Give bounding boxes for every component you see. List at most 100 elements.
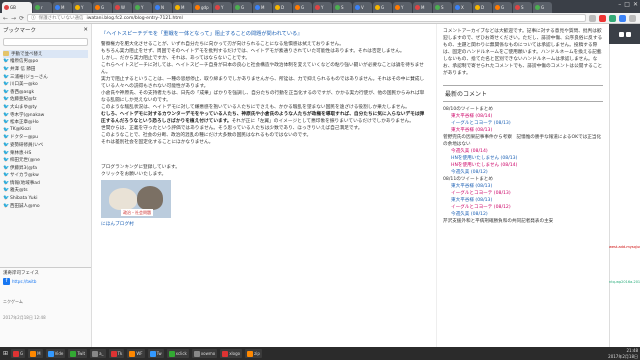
blog-link[interactable]: にほんブログ村 xyxy=(101,221,428,228)
bookmark-item[interactable]: 🐦 柿田元世(@ne xyxy=(3,156,88,164)
comment-link[interactable]: イーグルとコヨーテ (08/13) xyxy=(443,120,603,127)
browser-tab[interactable]: G xyxy=(373,2,392,13)
star-icon[interactable] xyxy=(589,14,596,22)
browser-tab[interactable]: G xyxy=(233,2,252,13)
taskbar-app[interactable]: xowmo xyxy=(191,349,218,358)
browser-tab[interactable]: Y xyxy=(73,2,92,13)
comment-entry-title[interactable]: 菅野完氏の因果記事事件から考察 記憶惟の勝手な報道によるOKでは正当化の余地はな… xyxy=(443,134,603,148)
menu-icon[interactable] xyxy=(629,14,636,22)
bookmark-item[interactable]: 🐦 姿勢研修員(いべ xyxy=(3,141,88,149)
bookmark-item[interactable]: 🐦 井澤 信 節田 xyxy=(3,65,88,73)
bookmark-item[interactable]: 🐦 ドクター@pu xyxy=(3,134,88,142)
bookmark-item[interactable]: 🐦 大山まゆ@ty xyxy=(3,103,88,111)
browser-tab[interactable]: gdp xyxy=(193,2,212,13)
browser-tab[interactable]: S xyxy=(433,2,452,13)
bookmark-item[interactable]: 🐦 檜原信男@po xyxy=(3,58,88,66)
comment-link[interactable]: 東大平谷様 (08/13) xyxy=(443,197,603,204)
extension-blue-icon[interactable] xyxy=(619,14,626,22)
browser-tab[interactable]: N xyxy=(153,2,172,13)
bookmark-item[interactable]: 🐦 雅夫@ts xyxy=(3,187,88,195)
browser-tab[interactable]: M xyxy=(253,2,272,13)
bookmark-item[interactable]: 🐦 香西@asgk xyxy=(3,88,88,96)
browser-tab[interactable]: M xyxy=(53,2,72,13)
comment-link[interactable]: イーグルとコヨーテ (08/13) xyxy=(443,190,603,197)
browser-tab[interactable]: D xyxy=(473,2,492,13)
comment-link[interactable]: HNを使用いたしません (08/13) xyxy=(443,155,603,162)
browser-tab[interactable]: Y xyxy=(313,2,332,13)
comment-link[interactable]: 東大平谷様 (08/13) xyxy=(443,183,603,190)
browser-tab[interactable]: D xyxy=(273,2,292,13)
comment-entry-title[interactable]: 08/10のツイートまとめ xyxy=(443,106,603,113)
forward-icon[interactable]: → xyxy=(11,15,16,22)
browser-tab[interactable]: S xyxy=(333,2,352,13)
comment-link[interactable]: 東大平谷様 (08/13) xyxy=(443,127,603,134)
browser-tab[interactable]: G xyxy=(293,2,312,13)
taskbar-app[interactable]: G xyxy=(11,349,26,358)
comment-link[interactable]: 今週久美 (08/12) xyxy=(443,169,603,176)
start-icon[interactable]: ⊞ xyxy=(3,350,8,357)
taskbar-app[interactable]: Vide xyxy=(45,349,66,358)
extension-green-icon[interactable] xyxy=(609,14,616,22)
info-icon[interactable]: ⓘ xyxy=(31,15,36,21)
tab-label: gdp xyxy=(201,5,209,10)
comment-link[interactable]: 今週久美 (08/14) xyxy=(443,148,603,155)
extension-red-icon[interactable] xyxy=(599,14,606,22)
taskbar-app[interactable]: Tw xyxy=(147,349,164,358)
taskbar-app[interactable]: Tk xyxy=(108,349,125,358)
reload-icon[interactable]: ⟳ xyxy=(19,15,24,22)
bookmark-item[interactable]: 🐦 佐藤亜紀@fz xyxy=(3,96,88,104)
url-input[interactable]: ⓘ 保護されていない通信 iwatani.blog.fc2.com/blog-e… xyxy=(27,14,586,22)
fb-link[interactable]: https://twitb xyxy=(12,279,36,284)
taskbar-app[interactable]: a_ xyxy=(90,349,106,358)
bookmark-item[interactable]: 🐦 松本正章@Ho xyxy=(3,118,88,126)
ranking-banner[interactable]: 政治・社会問題 xyxy=(101,180,171,218)
comment-entry-title[interactable]: 芹沢支援外和と平病刑確勝負和の共同記者発表の主安 xyxy=(443,218,603,225)
bookmark-item[interactable]: 🐦 情報(地域事ad xyxy=(3,179,88,187)
sidebar-search-input[interactable] xyxy=(3,38,88,46)
clock[interactable]: 21:48 2017年2月18日 xyxy=(608,348,638,360)
comment-link[interactable]: HNを使用いたしません (08/14) xyxy=(443,162,603,169)
taskbar-app[interactable]: xlogo xyxy=(220,349,243,358)
browser-tab[interactable]: r xyxy=(33,2,52,13)
minimize-icon[interactable]: – xyxy=(618,1,621,8)
bookmark-item[interactable]: 🐦 栗林恵-HS xyxy=(3,149,88,157)
browser-tab[interactable]: W xyxy=(113,2,132,13)
browser-tab[interactable]: G xyxy=(533,2,552,13)
taskbar-app[interactable]: WF xyxy=(127,349,145,358)
browser-tab[interactable]: Y xyxy=(213,2,232,13)
bookmark-item[interactable]: 🐦 TK@Kiozi xyxy=(3,126,88,134)
comment-link[interactable]: イーグルとコヨーテ (08/12) xyxy=(443,204,603,211)
browser-tab[interactable]: X xyxy=(453,2,472,13)
browser-tab[interactable]: V xyxy=(353,2,372,13)
taskbar-app[interactable]: Twit xyxy=(68,349,88,358)
article-title[interactable]: 『ヘイトスピーチデモを「重戦を一体となって」阻止することの問題が問われている』 xyxy=(93,24,436,39)
taskbar-app[interactable]: xclick xyxy=(166,349,189,358)
bookmark-item[interactable]: 🐦 伊藤昇3(@fa xyxy=(3,164,88,172)
bookmark-item[interactable]: 🐦 寺木学(@nakaw xyxy=(3,111,88,119)
bookmark-item[interactable]: 🐦 Shibata Yuki xyxy=(3,194,88,202)
comment-link[interactable]: 今週久美 (08/12) xyxy=(443,211,603,218)
bookmark-item[interactable]: 🐦 三浦裕(ジョーさん xyxy=(3,73,88,81)
browser-tab[interactable]: G xyxy=(493,2,512,13)
back-icon[interactable]: ← xyxy=(3,15,8,22)
maximize-icon[interactable]: □ xyxy=(624,1,630,8)
bookmark-item[interactable]: 🐦 サイカラ@kw xyxy=(3,172,88,180)
browser-tab[interactable]: Y xyxy=(393,2,412,13)
browser-tab[interactable]: M xyxy=(413,2,432,13)
comment-entry-title[interactable]: 08/11のツイートまとめ xyxy=(443,176,603,183)
close-sidebar-icon[interactable]: ✕ xyxy=(83,27,88,33)
extension-widget[interactable] xyxy=(609,24,640,44)
close-icon[interactable]: ✕ xyxy=(633,1,638,8)
browser-tab[interactable]: S xyxy=(513,2,532,13)
taskbar-app[interactable]: zip xyxy=(245,349,262,358)
browser-tab[interactable]: G xyxy=(93,2,112,13)
browser-tab[interactable]: M xyxy=(173,2,192,13)
bookmark-item[interactable]: 🐦 西田誠人@mo xyxy=(3,202,88,210)
bookmark-item[interactable]: 🐦 川口美一@ko xyxy=(3,80,88,88)
bookmark-folder[interactable]: 手動で並べ替え xyxy=(3,50,88,58)
taskbar-app[interactable]: M xyxy=(28,349,43,358)
comment-link[interactable]: 東大平谷様 (08/14) xyxy=(443,113,603,120)
browser-tab[interactable]: GB xyxy=(2,2,32,13)
browser-tab[interactable]: Y xyxy=(133,2,152,13)
fb-box[interactable]: f https://twitb xyxy=(3,278,89,285)
